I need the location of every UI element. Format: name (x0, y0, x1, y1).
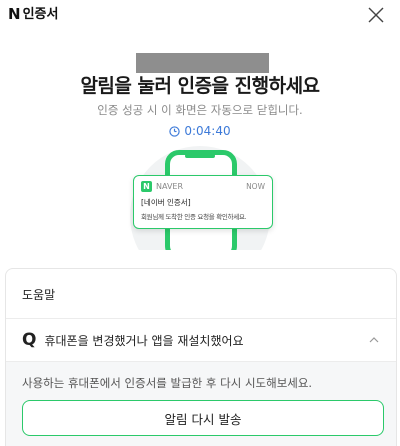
notification-app-name: NAVER (156, 182, 184, 191)
auth-popup: N 인증서 알림을 눌러 인증을 진행하세요 인증 성공 시 이 화면은 자동으… (0, 0, 400, 446)
help-heading: 도움말 (6, 269, 396, 319)
question-mark-icon: Q (22, 329, 37, 350)
faq-question-text: 휴대폰을 변경했거나 앱을 재설치했어요 (44, 333, 244, 348)
notification-title: [네이버 인증서] (141, 198, 191, 207)
faq-question-toggle[interactable]: Q 휴대폰을 변경했거나 앱을 재설치했어요 (6, 319, 396, 361)
chevron-up-icon[interactable] (368, 334, 380, 346)
notification-card: N NAVER NOW [네이버 인증서] 회원님께 도착한 인증 요청을 확인… (133, 175, 273, 229)
close-icon[interactable] (366, 5, 386, 25)
header: N 인증서 (0, 0, 400, 30)
clock-icon (169, 125, 181, 137)
phone-notch (185, 154, 215, 158)
notification-body: 회원님께 도착한 인증 요청을 확인하세요. (141, 213, 247, 221)
page-title: 알림을 눌러 인증을 진행하세요 (80, 75, 320, 97)
brand: N 인증서 (8, 5, 59, 23)
timer-value: 0:04:40 (184, 124, 231, 138)
faq-answer-text: 사용하는 휴대폰에서 인증서를 발급한 후 다시 시도해보세요. (22, 376, 313, 390)
notification-header: N NAVER NOW (141, 181, 265, 192)
naver-logo: N (8, 5, 21, 23)
resend-notification-button[interactable]: 알림 다시 발송 (22, 400, 384, 436)
countdown-timer: 0:04:40 (0, 124, 400, 138)
masked-account-bar (136, 53, 269, 73)
notification-time: NOW (246, 182, 265, 191)
brand-label: 인증서 (22, 7, 59, 22)
naver-app-icon: N (141, 181, 152, 192)
faq-answer: 사용하는 휴대폰에서 인증서를 발급한 후 다시 시도해보세요. 알림 다시 발… (6, 361, 396, 446)
page-subtitle: 인증 성공 시 이 화면은 자동으로 닫힙니다. (97, 103, 303, 117)
notification-app: N NAVER (141, 181, 183, 192)
help-panel: 도움말 Q 휴대폰을 변경했거나 앱을 재설치했어요 사용하는 휴대폰에서 인증… (5, 268, 397, 446)
